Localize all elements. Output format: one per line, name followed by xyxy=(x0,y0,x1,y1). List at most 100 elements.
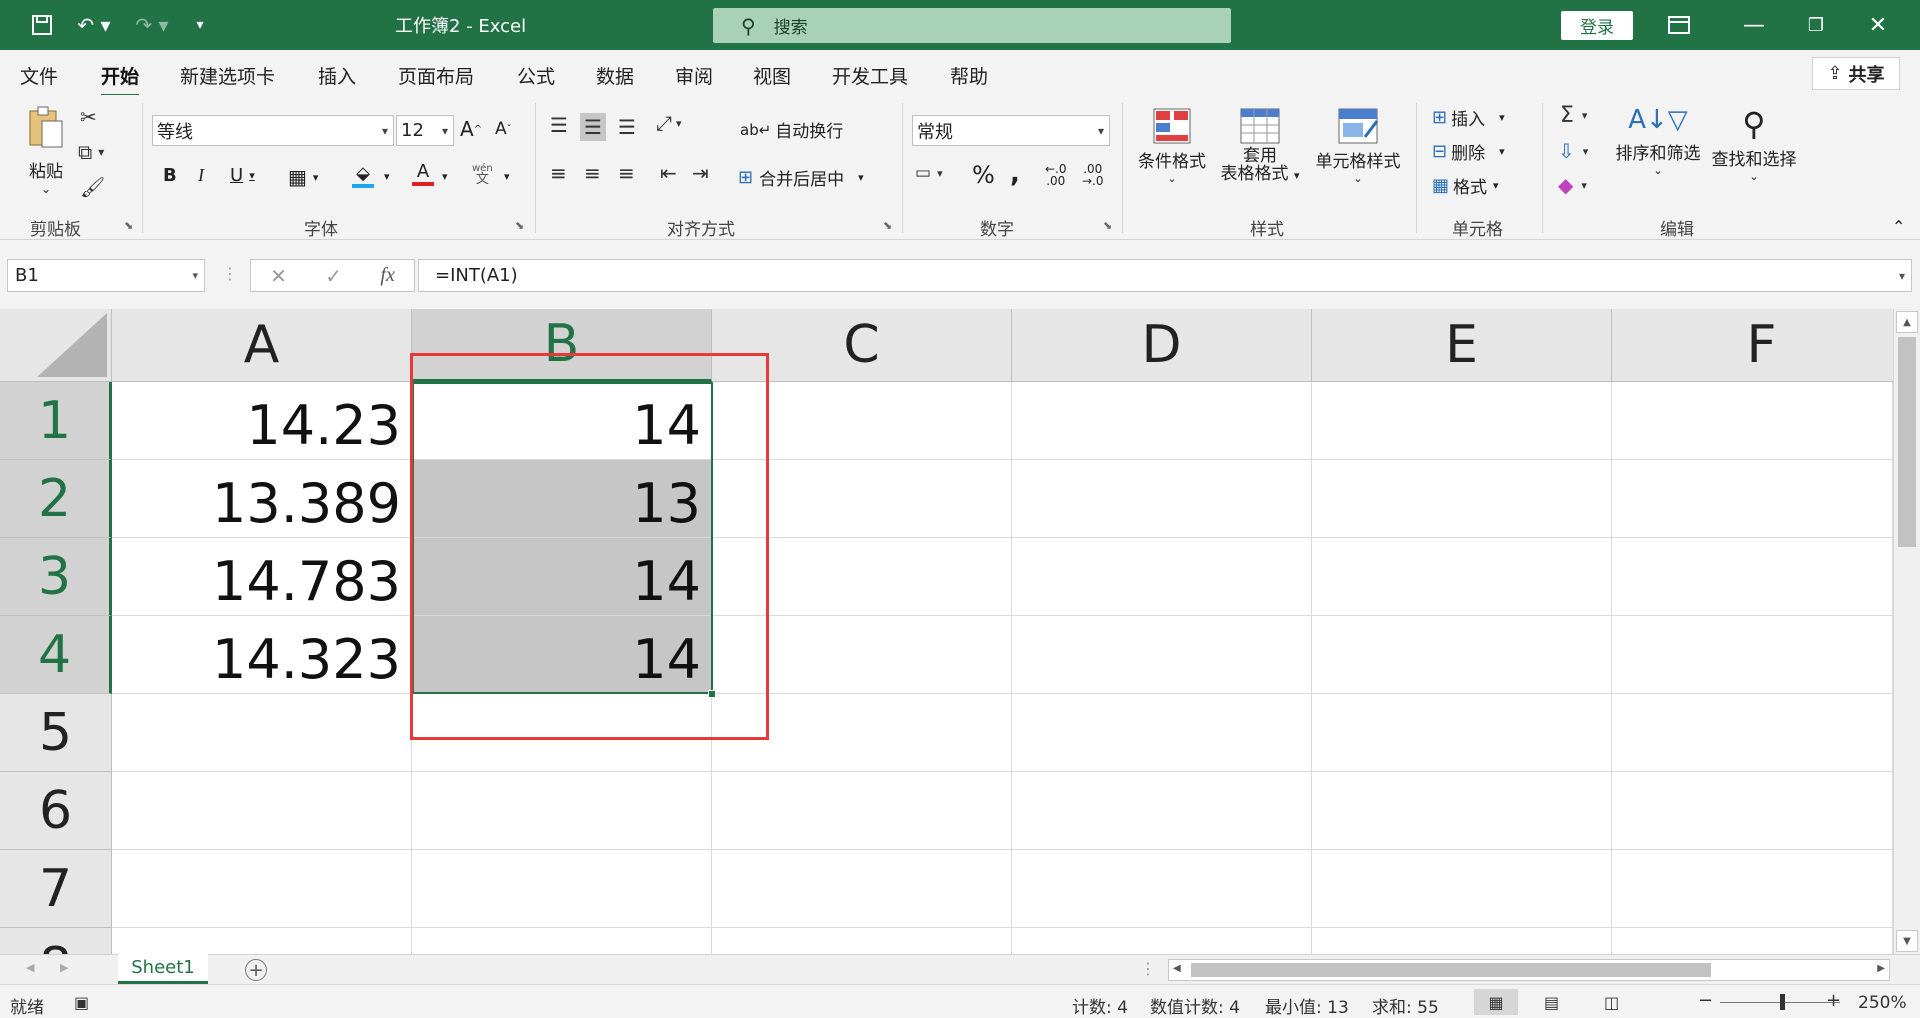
cell-b6[interactable] xyxy=(412,772,712,850)
login-button[interactable]: 登录 xyxy=(1561,11,1633,40)
merge-center-button[interactable]: ⊞ 合并后居中 ▾ xyxy=(738,165,864,190)
chevron-down-icon[interactable]: ▾ xyxy=(384,170,390,183)
font-name-select[interactable]: 等线 ▾ xyxy=(152,115,394,146)
horizontal-scroll-thumb[interactable] xyxy=(1191,963,1711,977)
zoom-level[interactable]: 250% xyxy=(1858,993,1907,1013)
page-break-view-icon[interactable]: ◫ xyxy=(1604,993,1619,1012)
zoom-out-icon[interactable]: − xyxy=(1698,990,1713,1011)
cell-c5[interactable] xyxy=(712,694,1012,772)
name-box[interactable]: B1 ▾ xyxy=(7,259,205,292)
cell-a3[interactable]: 14.783 xyxy=(112,538,412,616)
conditional-formatting-button[interactable]: 条件格式 ⌄ xyxy=(1132,107,1212,185)
share-button[interactable]: ⇪ 共享 xyxy=(1812,57,1900,90)
customize-quick-access-icon[interactable]: ▾ xyxy=(190,10,210,40)
alignment-launcher-icon[interactable]: ⬊ xyxy=(883,219,892,232)
select-all-button[interactable] xyxy=(0,309,112,382)
column-header-b[interactable]: B xyxy=(412,309,712,382)
cell-e4[interactable] xyxy=(1312,616,1612,694)
cell-f4[interactable] xyxy=(1612,616,1893,694)
fill-color-icon[interactable]: ⬙ xyxy=(352,163,374,188)
number-format-select[interactable]: 常规 ▾ xyxy=(912,115,1110,146)
tab-view[interactable]: 视图 xyxy=(753,62,791,89)
cell-d4[interactable] xyxy=(1012,616,1312,694)
align-right-icon[interactable]: ≡ xyxy=(618,161,635,185)
cell-c7[interactable] xyxy=(712,850,1012,928)
align-center-icon[interactable]: ≡ xyxy=(584,161,601,185)
column-header-c[interactable]: C xyxy=(712,309,1012,382)
align-middle-icon[interactable]: ☰ xyxy=(580,113,606,141)
cell-d7[interactable] xyxy=(1012,850,1312,928)
cell-c4[interactable] xyxy=(712,616,1012,694)
cell-b4[interactable]: 14 xyxy=(412,616,712,694)
insert-cells-button[interactable]: ⊞ 插入 ▾ xyxy=(1432,105,1505,130)
align-top-icon[interactable]: ☰ xyxy=(550,113,568,137)
vertical-scrollbar[interactable]: ▲ ▼ xyxy=(1893,309,1920,954)
cancel-icon[interactable]: ✕ xyxy=(270,264,287,288)
tab-review[interactable]: 审阅 xyxy=(675,62,713,89)
cell-a8[interactable] xyxy=(112,928,412,954)
decrease-indent-icon[interactable]: ⇤ xyxy=(660,161,677,185)
page-layout-view-icon[interactable]: ▤ xyxy=(1544,993,1559,1012)
cell-e3[interactable] xyxy=(1312,538,1612,616)
ribbon-display-options-icon[interactable] xyxy=(1665,10,1693,40)
copy-icon[interactable]: ⧉ ▾ xyxy=(78,140,104,164)
increase-decimal-icon[interactable]: ←.0.00 xyxy=(1045,163,1067,187)
bold-button[interactable]: B xyxy=(163,165,177,186)
font-launcher-icon[interactable]: ⬊ xyxy=(515,219,524,232)
collapse-ribbon-icon[interactable]: ⌃ xyxy=(1892,217,1905,236)
zoom-in-icon[interactable]: + xyxy=(1826,990,1841,1011)
cell-f5[interactable] xyxy=(1612,694,1893,772)
sort-filter-button[interactable]: A↓▽ 排序和筛选 ⌄ xyxy=(1612,105,1704,177)
enter-icon[interactable]: ✓ xyxy=(325,264,342,288)
tab-new-tab[interactable]: 新建选项卡 xyxy=(180,62,275,89)
cell-a2[interactable]: 13.389 xyxy=(112,460,412,538)
tab-help[interactable]: 帮助 xyxy=(950,62,988,89)
cell-e6[interactable] xyxy=(1312,772,1612,850)
scroll-down-icon[interactable]: ▼ xyxy=(1896,930,1918,952)
fill-handle[interactable] xyxy=(708,690,716,698)
row-header-4[interactable]: 4 xyxy=(0,616,112,694)
row-header-5[interactable]: 5 xyxy=(0,694,112,772)
minimize-icon[interactable]: — xyxy=(1740,10,1768,40)
cell-c2[interactable] xyxy=(712,460,1012,538)
tab-page-layout[interactable]: 页面布局 xyxy=(398,62,474,89)
cell-a4[interactable]: 14.323 xyxy=(112,616,412,694)
cell-d1[interactable] xyxy=(1012,382,1312,460)
cell-a7[interactable] xyxy=(112,850,412,928)
wrap-text-button[interactable]: ab↵ 自动换行 xyxy=(740,117,843,143)
scroll-left-icon[interactable]: ◀ xyxy=(1173,963,1181,974)
cell-f6[interactable] xyxy=(1612,772,1893,850)
redo-icon[interactable]: ↷ ▾ xyxy=(130,10,174,40)
zoom-slider-thumb[interactable] xyxy=(1780,994,1785,1010)
row-header-2[interactable]: 2 xyxy=(0,460,112,538)
cell-d2[interactable] xyxy=(1012,460,1312,538)
cell-a1[interactable]: 14.23 xyxy=(112,382,412,460)
italic-button[interactable]: I xyxy=(198,165,204,186)
undo-icon[interactable]: ↶ ▾ xyxy=(72,10,116,40)
insert-function-icon[interactable]: fx xyxy=(380,264,394,287)
scroll-right-icon[interactable]: ▶ xyxy=(1877,963,1885,974)
vertical-scroll-thumb[interactable] xyxy=(1898,337,1916,547)
tab-split-grip-icon[interactable]: ⋮ xyxy=(1140,959,1156,978)
font-color-icon[interactable]: A xyxy=(412,161,434,186)
row-header-6[interactable]: 6 xyxy=(0,772,112,850)
column-header-f[interactable]: F xyxy=(1612,309,1893,382)
cell-d5[interactable] xyxy=(1012,694,1312,772)
underline-button[interactable]: U ▾ xyxy=(230,165,255,186)
cell-e5[interactable] xyxy=(1312,694,1612,772)
find-select-button[interactable]: ⚲ 查找和选择 ⌄ xyxy=(1708,105,1800,183)
cell-f8[interactable] xyxy=(1612,928,1893,954)
cell-f3[interactable] xyxy=(1612,538,1893,616)
prev-sheet-icon[interactable]: ◀ xyxy=(26,961,34,974)
align-left-icon[interactable]: ≡ xyxy=(550,161,567,185)
cell-b5[interactable] xyxy=(412,694,712,772)
increase-indent-icon[interactable]: ⇥ xyxy=(692,161,709,185)
cell-c6[interactable] xyxy=(712,772,1012,850)
decrease-decimal-icon[interactable]: .00 →.0 xyxy=(1082,163,1104,187)
clipboard-launcher-icon[interactable]: ⬊ xyxy=(124,219,133,232)
cell-f1[interactable] xyxy=(1612,382,1893,460)
cell-b1[interactable]: 14 xyxy=(412,382,712,460)
tab-home[interactable]: 开始 xyxy=(101,62,140,97)
clear-icon[interactable]: ◆ ▾ xyxy=(1558,173,1587,197)
cell-f7[interactable] xyxy=(1612,850,1893,928)
